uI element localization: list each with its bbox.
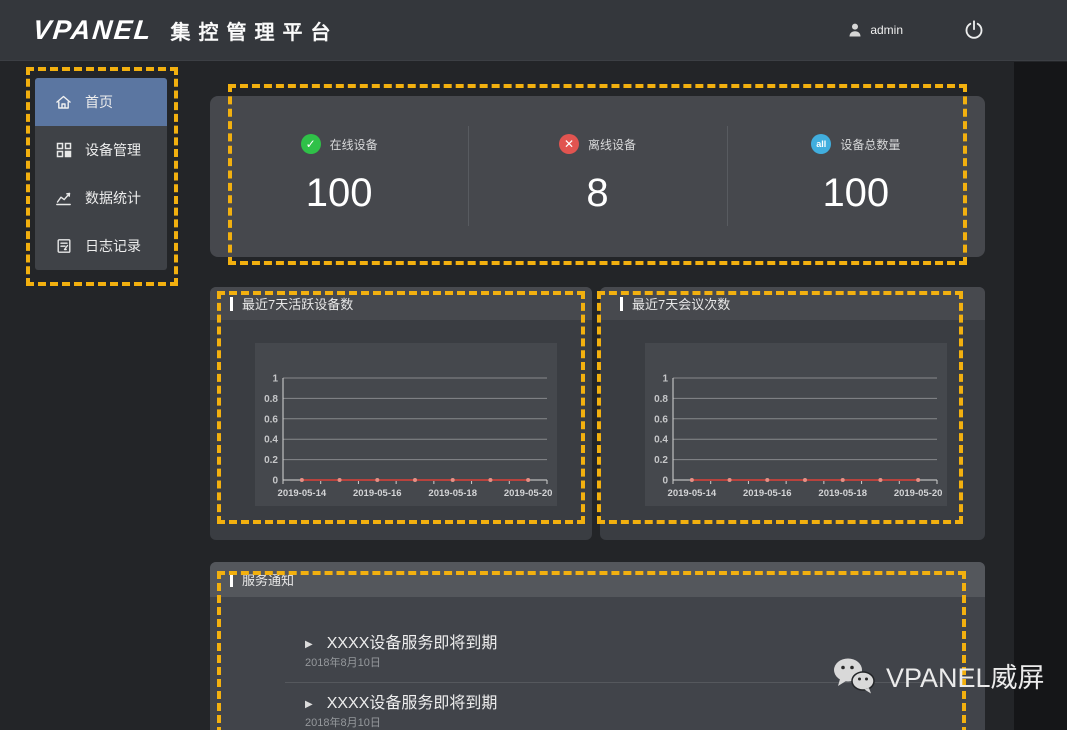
device-stats-card: ✓ 在线设备 100 ✕ 离线设备 8 all 设备总数量 100 bbox=[210, 96, 985, 257]
svg-text:2019-05-18: 2019-05-18 bbox=[428, 488, 477, 499]
svg-text:0.2: 0.2 bbox=[264, 455, 278, 466]
notice-item-date: 2018年8月10日 bbox=[305, 717, 945, 730]
x-circle-icon: ✕ bbox=[559, 134, 579, 154]
sidebar-item-statistics[interactable]: 数据统计 bbox=[35, 174, 167, 222]
sidebar-item-label: 设备管理 bbox=[85, 140, 141, 160]
grid-icon bbox=[55, 142, 72, 159]
stat-value: 8 bbox=[586, 170, 608, 216]
svg-text:0.4: 0.4 bbox=[654, 435, 668, 446]
check-circle-icon: ✓ bbox=[301, 134, 321, 154]
user-menu[interactable]: admin bbox=[846, 22, 903, 39]
title-accent-bar bbox=[230, 573, 233, 587]
svg-text:1: 1 bbox=[662, 374, 668, 385]
sidebar-menu: 首页 设备管理 数据统计 日志记录 bbox=[35, 78, 167, 270]
notice-item-title: XXXX设备服务即将到期 bbox=[327, 635, 498, 653]
stats-icon bbox=[55, 190, 72, 207]
watermark-text: VPANEL威屏 bbox=[886, 656, 1045, 695]
svg-text:0.8: 0.8 bbox=[654, 394, 668, 405]
svg-text:0.2: 0.2 bbox=[654, 455, 668, 466]
active-devices-chart-card: 最近7天活跃设备数 0 0.2 0.4 0.6 0.8 1 2019-05-14 2019-0… bbox=[210, 287, 592, 540]
stat-label: 在线设备 bbox=[330, 136, 378, 153]
stat-online-devices: ✓ 在线设备 100 bbox=[210, 96, 468, 257]
chart-card-header: 最近7天会议次数 bbox=[600, 287, 985, 320]
logout-power-button[interactable] bbox=[961, 17, 987, 43]
svg-text:1: 1 bbox=[272, 374, 278, 385]
page-right-gutter bbox=[1014, 62, 1067, 730]
stat-value: 100 bbox=[306, 170, 373, 216]
stat-label: 离线设备 bbox=[588, 136, 636, 153]
svg-text:2019-05-14: 2019-05-14 bbox=[668, 488, 717, 499]
navbar-right: admin bbox=[846, 17, 987, 43]
user-icon bbox=[846, 22, 863, 39]
log-icon bbox=[55, 238, 72, 255]
line-chart-active-devices: 0 0.2 0.4 0.6 0.8 1 2019-05-14 2019-05-16 2019-0… bbox=[255, 343, 557, 506]
stat-value: 100 bbox=[822, 170, 889, 216]
svg-text:0: 0 bbox=[272, 476, 278, 487]
meetings-chart-card: 最近7天会议次数 0 0.2 0.4 0.6 0.8 1 2019-05-14 2019-05… bbox=[600, 287, 985, 540]
svg-text:0.4: 0.4 bbox=[264, 435, 278, 446]
sidebar-item-home[interactable]: 首页 bbox=[35, 78, 167, 126]
stat-label: 设备总数量 bbox=[840, 136, 900, 153]
svg-text:0.6: 0.6 bbox=[654, 414, 668, 425]
home-icon bbox=[55, 94, 72, 111]
svg-text:0: 0 bbox=[662, 476, 668, 487]
line-chart-meetings: 0 0.2 0.4 0.6 0.8 1 2019-05-14 2019-05-16 2019-0… bbox=[645, 343, 947, 506]
notice-item-title: XXXX设备服务即将到期 bbox=[327, 695, 498, 713]
title-accent-bar bbox=[620, 297, 623, 311]
all-circle-icon: all bbox=[811, 134, 831, 154]
svg-text:0.6: 0.6 bbox=[264, 414, 278, 425]
sidebar-item-logs[interactable]: 日志记录 bbox=[35, 222, 167, 270]
svg-text:2019-05-16: 2019-05-16 bbox=[353, 488, 402, 499]
arrow-right-icon: ▶ bbox=[305, 699, 313, 710]
wechat-watermark: VPANEL威屏 bbox=[832, 656, 1045, 695]
svg-text:2019-05-20: 2019-05-20 bbox=[894, 488, 943, 499]
chart-card-header: 最近7天活跃设备数 bbox=[210, 287, 592, 320]
sidebar-item-label: 日志记录 bbox=[85, 236, 141, 256]
vpanel-logo: VPANEL bbox=[31, 15, 154, 46]
wechat-icon bbox=[832, 657, 876, 695]
stat-total-devices: all 设备总数量 100 bbox=[727, 96, 985, 257]
sidebar-item-label: 首页 bbox=[85, 92, 113, 112]
service-notice-card: 服务通知 ▶ XXXX设备服务即将到期 2018年8月10日 ▶ XXXX设备服… bbox=[210, 562, 985, 730]
chart-title: 最近7天会议次数 bbox=[632, 294, 730, 313]
svg-text:2019-05-14: 2019-05-14 bbox=[278, 488, 327, 499]
arrow-right-icon: ▶ bbox=[305, 639, 313, 650]
stat-offline-devices: ✕ 离线设备 8 bbox=[468, 96, 726, 257]
sidebar-item-label: 数据统计 bbox=[85, 188, 141, 208]
svg-text:2019-05-20: 2019-05-20 bbox=[504, 488, 553, 499]
notice-title-heading: 服务通知 bbox=[242, 570, 294, 589]
svg-text:2019-05-18: 2019-05-18 bbox=[818, 488, 867, 499]
svg-text:2019-05-16: 2019-05-16 bbox=[743, 488, 792, 499]
notice-card-header: 服务通知 bbox=[210, 562, 985, 597]
top-navbar: VPANEL 集控管理平台 admin bbox=[0, 0, 1067, 61]
chart-title: 最近7天活跃设备数 bbox=[242, 294, 353, 313]
title-accent-bar bbox=[230, 297, 233, 311]
svg-text:0.8: 0.8 bbox=[264, 394, 278, 405]
sidebar-item-devices[interactable]: 设备管理 bbox=[35, 126, 167, 174]
username-label: admin bbox=[870, 23, 903, 37]
app-title: 集控管理平台 bbox=[171, 16, 339, 45]
